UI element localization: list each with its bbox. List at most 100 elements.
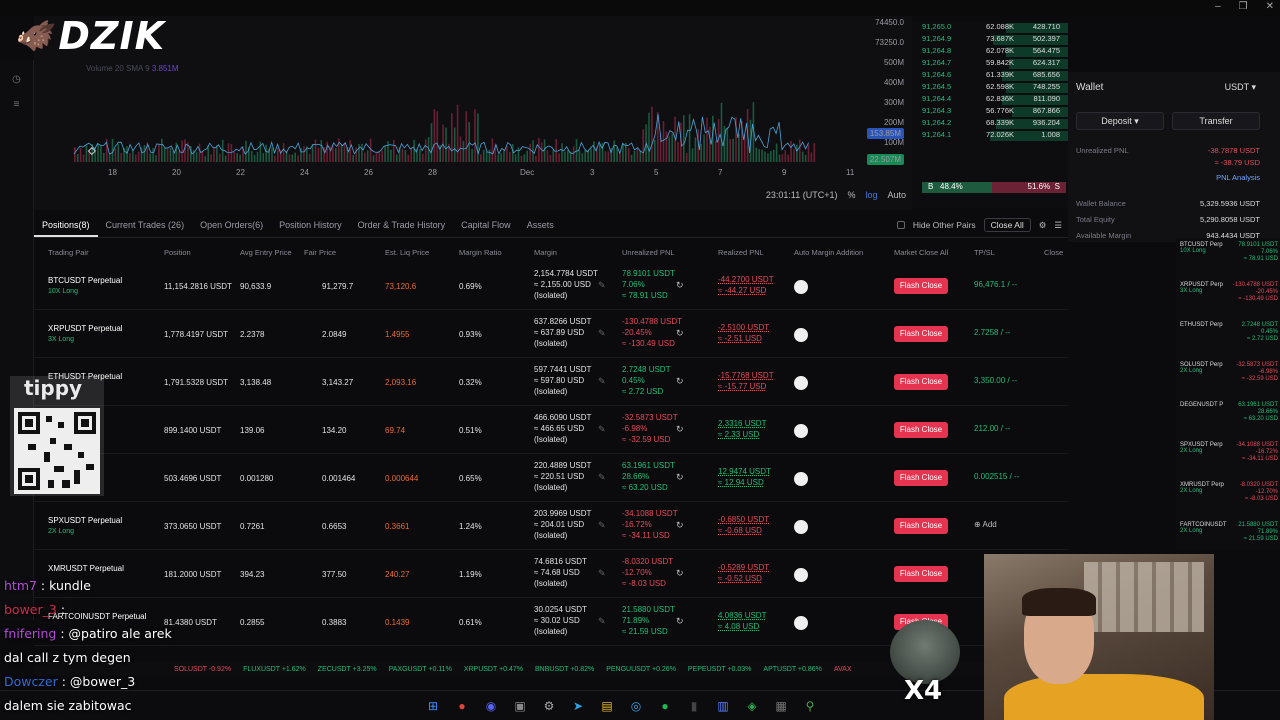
share-pnl-icon[interactable]: ↻ [676, 280, 684, 291]
realized-pnl[interactable]: -44.2700 USDT ≈ -44.27 USD [718, 274, 774, 296]
tab-positions[interactable]: Positions(8) [34, 212, 98, 237]
auto-margin-toggle[interactable] [794, 280, 808, 294]
transfer-button[interactable]: Transfer [1172, 112, 1260, 130]
mini-position-row[interactable]: SPXUSDT Perp 2X Long -34.1088 USDT -16.72% ≈… [1180, 442, 1280, 482]
tab-open-orders[interactable]: Open Orders(6) [192, 212, 271, 237]
share-pnl-icon[interactable]: ↻ [676, 376, 684, 387]
menu-icon[interactable]: ≡ [10, 99, 24, 110]
auto-margin-toggle[interactable] [794, 424, 808, 438]
app-icon[interactable]: ▣ [511, 697, 529, 715]
tpsl-value[interactable]: 0.002515 / -- [974, 472, 1019, 481]
table-row[interactable]: ETHUSDT Perpetual 1,791.5328 USDT 3,138.48… [34, 358, 1068, 406]
clock-icon[interactable]: ◷ [10, 74, 24, 85]
percent-toggle[interactable]: % [847, 190, 855, 200]
order-book-row[interactable]: 91,264.8 62.078K 564.475 [912, 46, 1068, 58]
ticker-item[interactable]: PENGUUSDT +0.26% [606, 666, 676, 673]
folder-icon[interactable]: ▤ [598, 697, 616, 715]
ticker-item[interactable]: ZECUSDT +3.25% [318, 666, 377, 673]
tpsl-value[interactable]: 2.7258 / -- [974, 328, 1010, 337]
notes-icon[interactable]: ▥ [714, 697, 732, 715]
edit-margin-icon[interactable]: ✎ [598, 568, 606, 579]
realized-pnl[interactable]: 12.9474 USDT ≈ 12.94 USD [718, 466, 771, 488]
windows-icon[interactable]: ⊞ [424, 697, 442, 715]
table-row[interactable]: SPXUSDT Perpetual 2X Long 373.0650 USDT 0.7… [34, 502, 1068, 550]
restore-icon[interactable]: ❐ [1239, 1, 1248, 12]
realized-pnl[interactable]: -15.7768 USDT ≈ -15.77 USD [718, 370, 774, 392]
edit-margin-icon[interactable]: ✎ [598, 424, 606, 435]
realized-pnl[interactable]: -0.6850 USDT ≈ -0.68 USD [718, 514, 769, 536]
trading-pair[interactable]: SPXUSDT Perpetual 2X Long [48, 516, 122, 535]
pin-icon[interactable]: ⚲ [801, 697, 819, 715]
auto-margin-toggle[interactable] [794, 328, 808, 342]
tpsl-value[interactable]: 3,350.00 / -- [974, 376, 1017, 385]
ticker-item[interactable]: FLUXUSDT +1.62% [243, 666, 306, 673]
edit-margin-icon[interactable]: ✎ [598, 520, 606, 531]
filter-icon[interactable]: ⚙ [1039, 220, 1047, 231]
chrome-icon[interactable]: ● [453, 697, 471, 715]
table-row[interactable]: XRPUSDT Perpetual 3X Long 1,778.4197 USDT 2… [34, 310, 1068, 358]
tab-capital-flow[interactable]: Capital Flow [453, 212, 519, 237]
realized-pnl[interactable]: -2.5100 USDT ≈ -2.51 USD [718, 322, 769, 344]
realized-pnl[interactable]: 4.0836 USDT ≈ 4.08 USD [718, 610, 766, 632]
order-book-row[interactable]: 91,264.4 62.836K 811.090 [912, 94, 1068, 106]
ticker-item[interactable]: PEPEUSDT +0.03% [688, 666, 752, 673]
auto-margin-toggle[interactable] [794, 568, 808, 582]
browser-icon[interactable]: ◎ [627, 697, 645, 715]
edit-margin-icon[interactable]: ✎ [598, 472, 606, 483]
order-book-row[interactable]: 91,264.3 56.776K 867.866 [912, 106, 1068, 118]
shield-icon[interactable]: ◈ [743, 697, 761, 715]
tab-assets[interactable]: Assets [519, 212, 562, 237]
terminal-icon[interactable]: ▮ [685, 697, 703, 715]
tab-order-trade-history[interactable]: Order & Trade History [350, 212, 454, 237]
hide-other-pairs-checkbox[interactable] [896, 221, 905, 229]
table-row[interactable]: 899.1400 USDT 139.06 134.20 69.74 0.51% 466.6… [34, 406, 1068, 454]
log-toggle[interactable]: log [865, 190, 877, 200]
order-book-row[interactable]: 91,264.6 61.339K 685.656 [912, 70, 1068, 82]
mini-position-row[interactable]: ETHUSDT Perp 2.7248 USDT 0.45% ≈ 2.72 USD [1180, 322, 1280, 362]
flash-close-button[interactable]: Flash Close [894, 566, 948, 582]
share-pnl-icon[interactable]: ↻ [676, 616, 684, 627]
ticker-item[interactable]: XRPUSDT +0.47% [464, 666, 523, 673]
tpsl-add-button[interactable]: ⊕ Add [974, 520, 997, 529]
list-icon[interactable]: ☰ [1054, 220, 1062, 231]
edit-margin-icon[interactable]: ✎ [598, 280, 606, 291]
flash-close-button[interactable]: Flash Close [894, 470, 948, 486]
share-pnl-icon[interactable]: ↻ [676, 520, 684, 531]
mini-position-row[interactable]: XRPUSDT Perp 3X Long -130.4788 USDT -20.45%… [1180, 282, 1280, 322]
calc-icon[interactable]: ▦ [772, 697, 790, 715]
flash-close-button[interactable]: Flash Close [894, 278, 948, 294]
minimize-icon[interactable]: – [1215, 1, 1221, 12]
flash-close-button[interactable]: Flash Close [894, 518, 948, 534]
trading-pair[interactable]: BTCUSDT Perpetual 10X Long [48, 276, 122, 295]
share-pnl-icon[interactable]: ↻ [676, 568, 684, 579]
share-pnl-icon[interactable]: ↻ [676, 328, 684, 339]
order-book-row[interactable]: 91,264.9 73.687K 502.397 [912, 34, 1068, 46]
auto-margin-toggle[interactable] [794, 472, 808, 486]
mini-position-row[interactable]: DEGENUSDT P 63.1961 USDT 28.66% ≈ 63.20 USD [1180, 402, 1280, 442]
close-all-button[interactable]: Close All [983, 218, 1031, 232]
realized-pnl[interactable]: -0.5289 USDT ≈ -0.52 USD [718, 562, 769, 584]
ticker-item[interactable]: BNBUSDT +0.82% [535, 666, 594, 673]
ticker-item[interactable]: PAXGUSDT +0.11% [389, 666, 452, 673]
table-row[interactable]: Perpetual503.4696 USDT0.0012800.0014640.… [34, 454, 1068, 502]
ticker-item[interactable]: AVAX [834, 666, 852, 673]
flash-close-button[interactable]: Flash Close [894, 374, 948, 390]
order-book-row[interactable]: 91,264.7 59.842K 624.317 [912, 58, 1068, 70]
share-pnl-icon[interactable]: ↻ [676, 424, 684, 435]
pnl-analysis-link[interactable]: PNL Analysis [1216, 173, 1260, 182]
auto-margin-toggle[interactable] [794, 376, 808, 390]
price-chart[interactable]: ⬦ Volume 20 SMA 9 3.851M 74450.0 73250.0… [34, 16, 912, 210]
table-row[interactable]: BTCUSDT Perpetual 10X Long 11,154.2816 USD… [34, 262, 1068, 310]
order-book-row[interactable]: 91,264.1 72.026K 1.008 [912, 130, 1068, 142]
realized-pnl[interactable]: 2.3316 USDT ≈ 2.33 USD [718, 418, 766, 440]
order-book-row[interactable]: 91,265.0 62.088K 428.710 [912, 22, 1068, 34]
auto-margin-toggle[interactable] [794, 520, 808, 534]
auto-margin-toggle[interactable] [794, 616, 808, 630]
currency-select[interactable]: USDT ▾ [1225, 82, 1256, 93]
edit-margin-icon[interactable]: ✎ [598, 376, 606, 387]
tpsl-value[interactable]: 96,476.1 / -- [974, 280, 1017, 289]
spotify-icon[interactable]: ● [656, 697, 674, 715]
flash-close-button[interactable]: Flash Close [894, 326, 948, 342]
order-book-row[interactable]: 91,264.5 62.598K 748.255 [912, 82, 1068, 94]
mini-position-row[interactable]: SOLUSDT Perp 2X Long -32.5873 USDT -6.98% ≈ … [1180, 362, 1280, 402]
